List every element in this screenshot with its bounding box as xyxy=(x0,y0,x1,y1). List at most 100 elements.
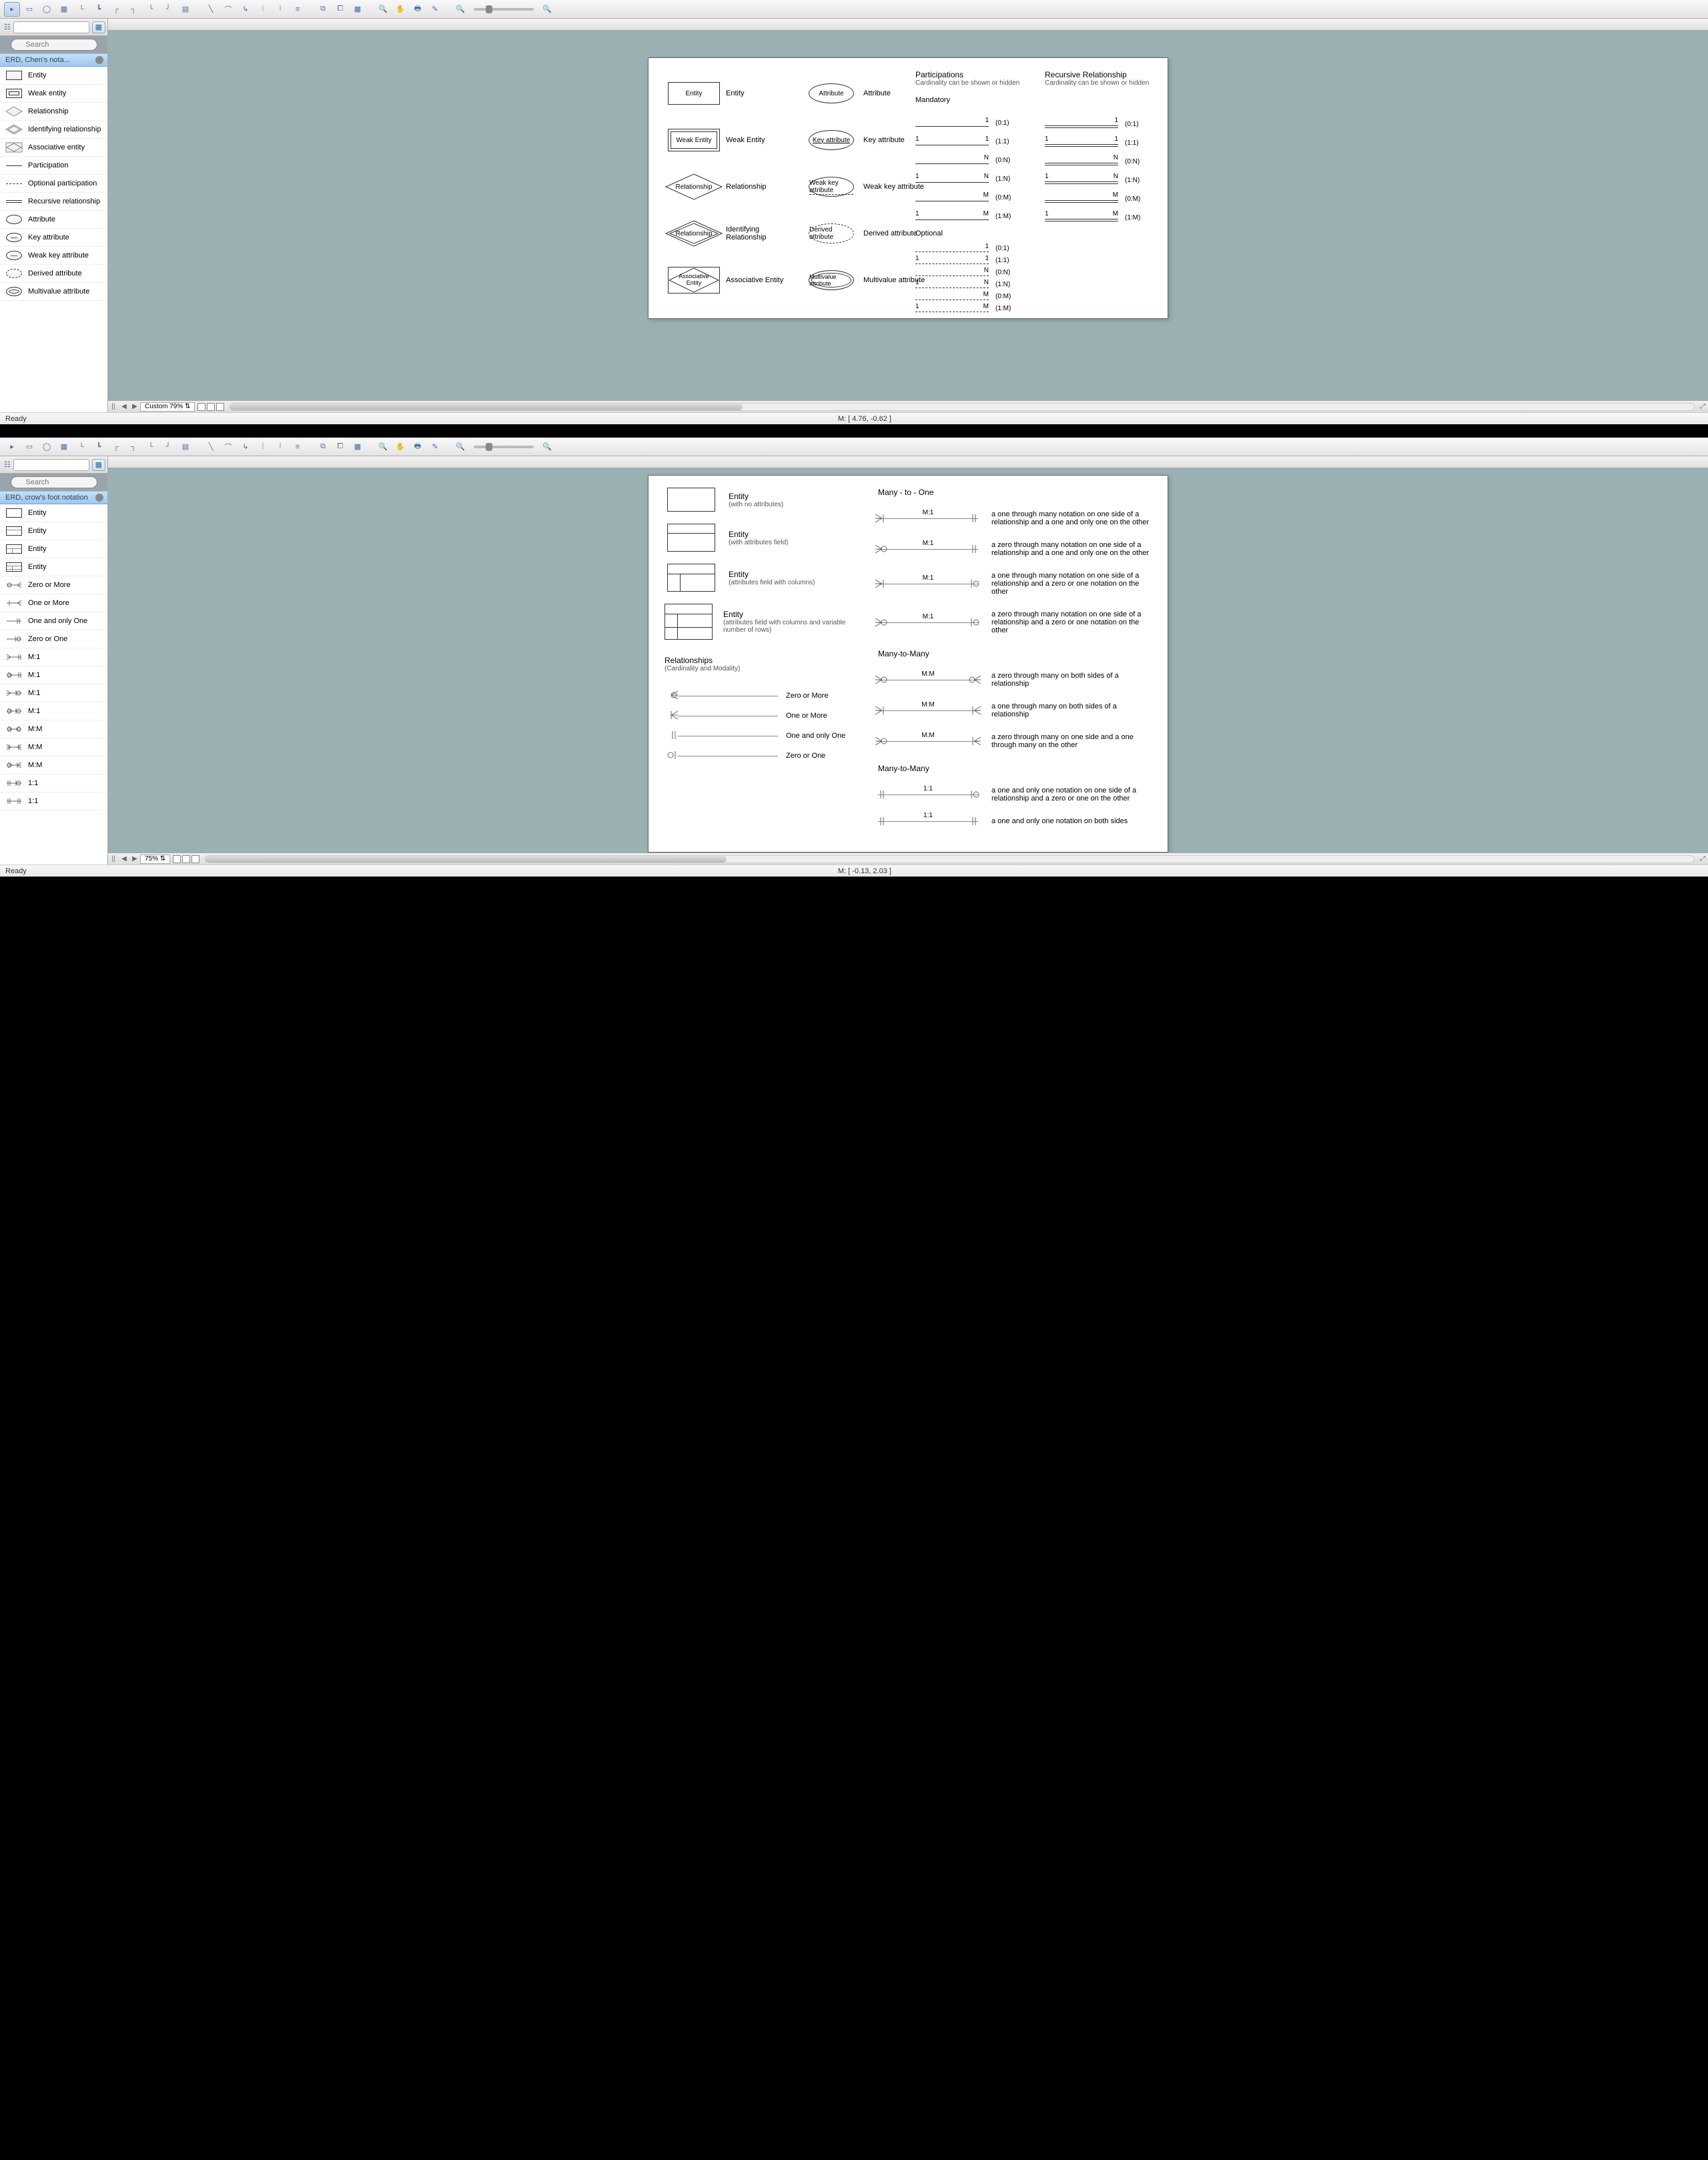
hand-tool[interactable]: ✋ xyxy=(392,440,408,454)
line-tool[interactable]: ╲ xyxy=(203,2,219,17)
connector-tool-5[interactable]: ╰ xyxy=(143,2,159,17)
align-tool[interactable]: ≡ xyxy=(290,2,306,17)
shape-relationship[interactable]: Relationship xyxy=(0,103,107,121)
rect-tool[interactable]: ▭ xyxy=(21,2,37,17)
ellipse-tool[interactable]: ◯ xyxy=(39,440,55,454)
shape-item-1[interactable]: Entity xyxy=(0,522,107,540)
shape-item-0[interactable]: Entity xyxy=(0,504,107,522)
shape-entity[interactable]: Entity xyxy=(0,67,107,85)
view-mode-icons[interactable] xyxy=(197,403,224,411)
connector-tool-5[interactable]: ╰ xyxy=(143,440,159,454)
zoom-slider[interactable] xyxy=(474,8,534,11)
shape-attribute[interactable]: Attribute xyxy=(0,211,107,229)
h-scrollbar[interactable] xyxy=(230,403,1695,411)
connector-tool-2[interactable]: ┗ xyxy=(91,440,107,454)
line-tool[interactable]: ╲ xyxy=(203,440,219,454)
shape-item-12[interactable]: M:M xyxy=(0,720,107,738)
connector-tool-6[interactable]: ╯ xyxy=(160,2,176,17)
shape-multivalue-attribute[interactable]: Multivalue attribute xyxy=(0,283,107,301)
print-icon[interactable]: 🖶 xyxy=(410,440,426,454)
shape-participation[interactable]: Participation xyxy=(0,157,107,175)
shape-item-14[interactable]: M:M xyxy=(0,756,107,774)
shape-weak-key-attribute[interactable]: Weak key attribute xyxy=(0,247,107,265)
zoom-slider[interactable] xyxy=(474,446,534,448)
section-header[interactable]: ERD, Chen's nota... xyxy=(0,53,107,67)
zoom-in-icon[interactable]: 🔍 xyxy=(375,440,391,454)
ungroup-tool[interactable]: ⧠ xyxy=(332,440,348,454)
fit-icon[interactable]: ⤢ xyxy=(1697,855,1708,863)
zoom-in-icon[interactable]: 🔍 xyxy=(375,2,391,17)
table-tool[interactable]: ▦ xyxy=(56,440,72,454)
layers-tool[interactable]: ▩ xyxy=(350,440,366,454)
note-tool[interactable]: ▤ xyxy=(177,440,193,454)
tree-icon[interactable]: ☷ xyxy=(4,21,11,34)
rect-tool[interactable]: ▭ xyxy=(21,440,37,454)
shape-item-5[interactable]: One or More xyxy=(0,594,107,612)
shape-item-3[interactable]: Entity xyxy=(0,558,107,576)
distribute-v-tool[interactable]: ⦚ xyxy=(272,2,288,17)
align-tool[interactable]: ≡ xyxy=(290,440,306,454)
zoom-in-button[interactable]: 🔍 xyxy=(539,2,555,17)
close-icon[interactable] xyxy=(95,56,103,64)
search-input[interactable] xyxy=(11,476,97,488)
h-scrollbar[interactable] xyxy=(205,855,1695,863)
shape-derived-attribute[interactable]: Derived attribute xyxy=(0,265,107,283)
shape-optional-participation[interactable]: Optional participation xyxy=(0,175,107,193)
shape-item-11[interactable]: M:1 xyxy=(0,702,107,720)
print-icon[interactable]: 🖶 xyxy=(410,2,426,17)
eyedropper-icon[interactable]: ✎ xyxy=(427,440,443,454)
page-prev[interactable]: ◀ xyxy=(119,403,129,410)
group-tool[interactable]: ⧉ xyxy=(315,440,331,454)
shape-associative-entity[interactable]: Associative entity xyxy=(0,139,107,157)
quick-input[interactable] xyxy=(13,459,89,471)
canvas2[interactable]: Entity(with no attributes) Entity(with a… xyxy=(108,468,1708,853)
shape-key-attribute[interactable]: Key attribute xyxy=(0,229,107,247)
connector-tool-1[interactable]: └ xyxy=(73,2,89,17)
ungroup-tool[interactable]: ⧠ xyxy=(332,2,348,17)
grid-view-icon[interactable]: ▦ xyxy=(92,459,105,471)
connector-tool-3[interactable]: ┌ xyxy=(108,440,124,454)
arc-tool[interactable]: ⌒ xyxy=(220,2,236,17)
grid-view-icon[interactable]: ▦ xyxy=(92,21,105,33)
zoom-out-button[interactable]: 🔍 xyxy=(452,2,468,17)
shape-item-6[interactable]: One and only One xyxy=(0,612,107,630)
page-next[interactable]: ▶ xyxy=(129,855,140,863)
path-tool[interactable]: ↳ xyxy=(238,2,254,17)
view-mode-icons[interactable] xyxy=(173,855,199,863)
distribute-h-tool[interactable]: ⦙ xyxy=(255,440,271,454)
table-tool[interactable]: ▦ xyxy=(56,2,72,17)
connector-tool-4[interactable]: ┐ xyxy=(125,2,141,17)
canvas[interactable]: Entity Entity Attribute Attribute Weak E… xyxy=(108,31,1708,400)
zoom-in-button[interactable]: 🔍 xyxy=(539,440,555,454)
group-tool[interactable]: ⧉ xyxy=(315,2,331,17)
shape-identifying-relationship[interactable]: Identifying relationship xyxy=(0,121,107,139)
page-prev[interactable]: ◀ xyxy=(119,855,129,863)
page-next[interactable]: ▶ xyxy=(129,403,140,410)
eyedropper-icon[interactable]: ✎ xyxy=(427,2,443,17)
zoom-out-button[interactable]: 🔍 xyxy=(452,440,468,454)
connector-tool-4[interactable]: ┐ xyxy=(125,440,141,454)
shape-item-2[interactable]: Entity xyxy=(0,540,107,558)
pointer-tool[interactable]: ▸ xyxy=(4,440,20,454)
close-icon[interactable] xyxy=(95,494,103,502)
layers-tool[interactable]: ▩ xyxy=(350,2,366,17)
shape-item-8[interactable]: M:1 xyxy=(0,648,107,666)
search-input[interactable] xyxy=(11,39,97,51)
page-first[interactable]: || xyxy=(108,403,119,410)
shape-item-9[interactable]: M:1 xyxy=(0,666,107,684)
tree-icon[interactable]: ☷ xyxy=(4,458,11,472)
shape-item-16[interactable]: 1:1 xyxy=(0,792,107,811)
shape-item-4[interactable]: Zero or More xyxy=(0,576,107,594)
ellipse-tool[interactable]: ◯ xyxy=(39,2,55,17)
shape-item-10[interactable]: M:1 xyxy=(0,684,107,702)
connector-tool-3[interactable]: ┌ xyxy=(108,2,124,17)
shape-item-13[interactable]: M:M xyxy=(0,738,107,756)
distribute-h-tool[interactable]: ⦙ xyxy=(255,2,271,17)
connector-tool-1[interactable]: └ xyxy=(73,440,89,454)
distribute-v-tool[interactable]: ⦚ xyxy=(272,440,288,454)
fit-icon[interactable]: ⤢ xyxy=(1697,403,1708,410)
hand-tool[interactable]: ✋ xyxy=(392,2,408,17)
shape-recursive-relationship[interactable]: Recursive relationship xyxy=(0,193,107,211)
pointer-tool[interactable]: ▸ xyxy=(4,2,20,17)
path-tool[interactable]: ↳ xyxy=(238,440,254,454)
